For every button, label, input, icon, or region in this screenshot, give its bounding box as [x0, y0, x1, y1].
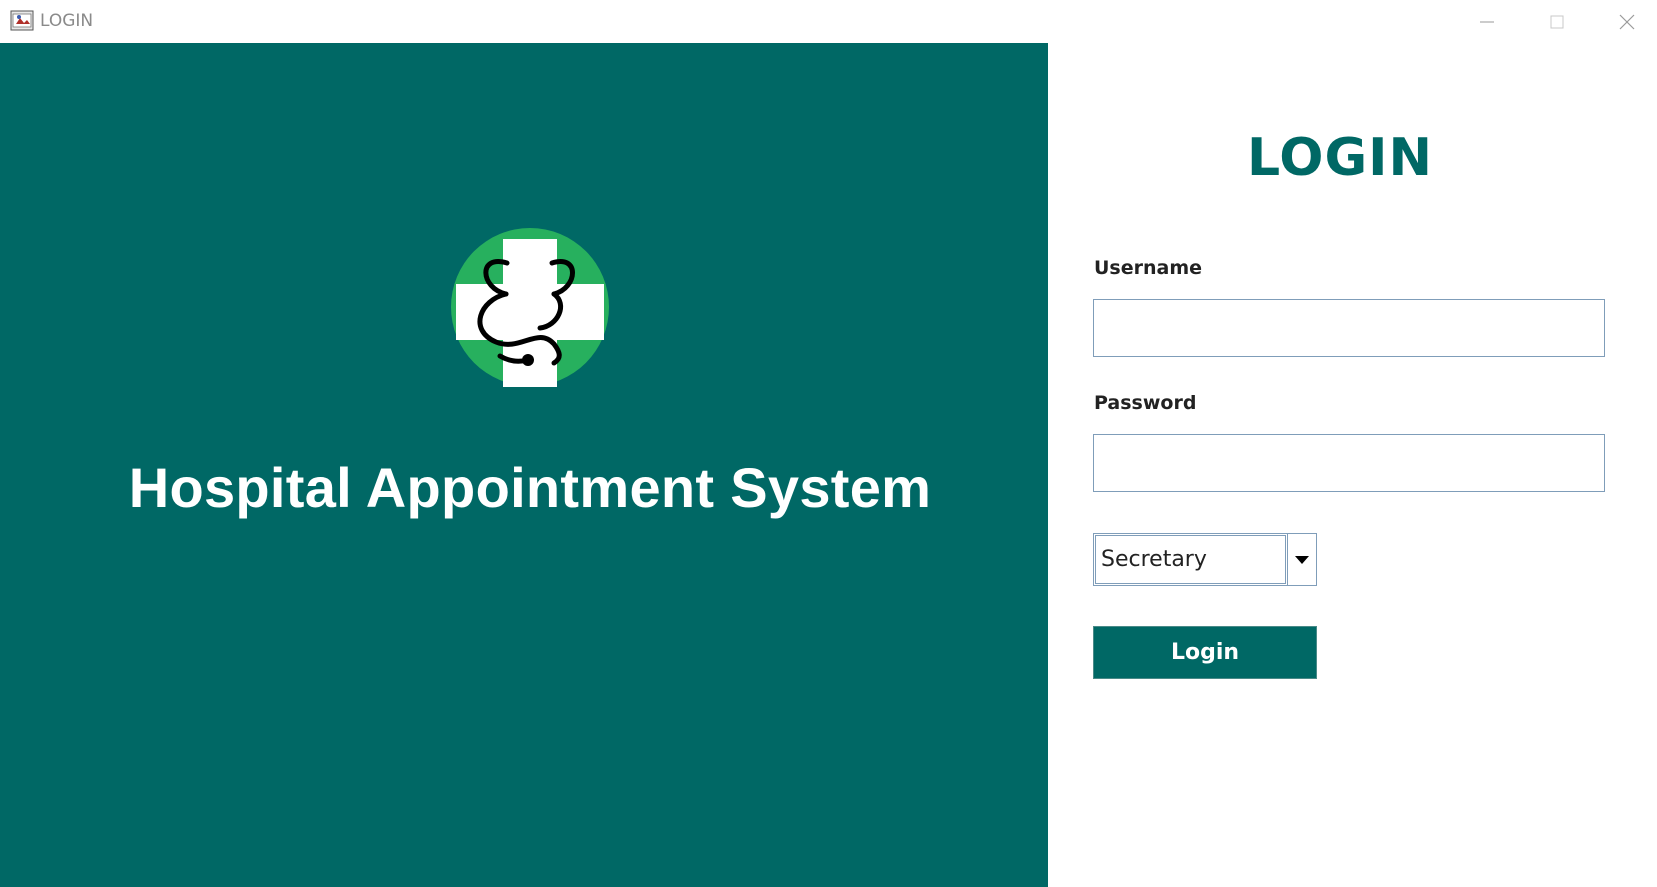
window-title: LOGIN [40, 11, 94, 31]
username-label: Username [1094, 257, 1203, 279]
java-app-icon [10, 8, 34, 32]
role-dropdown[interactable]: Secretary [1093, 533, 1317, 586]
role-selected-value[interactable]: Secretary [1095, 535, 1286, 584]
minimize-icon [1480, 21, 1494, 22]
username-input[interactable] [1093, 299, 1605, 357]
maximize-icon [1550, 15, 1564, 28]
login-button[interactable]: Login [1093, 626, 1317, 679]
minimize-button[interactable] [1452, 0, 1522, 43]
password-label: Password [1094, 392, 1197, 414]
app-name-heading: Hospital Appointment System [128, 456, 932, 519]
close-button[interactable] [1592, 0, 1657, 43]
caret-down-icon [1295, 555, 1309, 564]
medical-cross-stethoscope-icon [450, 226, 610, 388]
dropdown-arrow-button[interactable] [1287, 534, 1316, 585]
login-heading: LOGIN [1246, 128, 1434, 188]
maximize-button[interactable] [1522, 0, 1592, 43]
close-icon [1619, 14, 1635, 29]
window-titlebar: LOGIN [0, 0, 1657, 43]
password-input[interactable] [1093, 434, 1605, 492]
